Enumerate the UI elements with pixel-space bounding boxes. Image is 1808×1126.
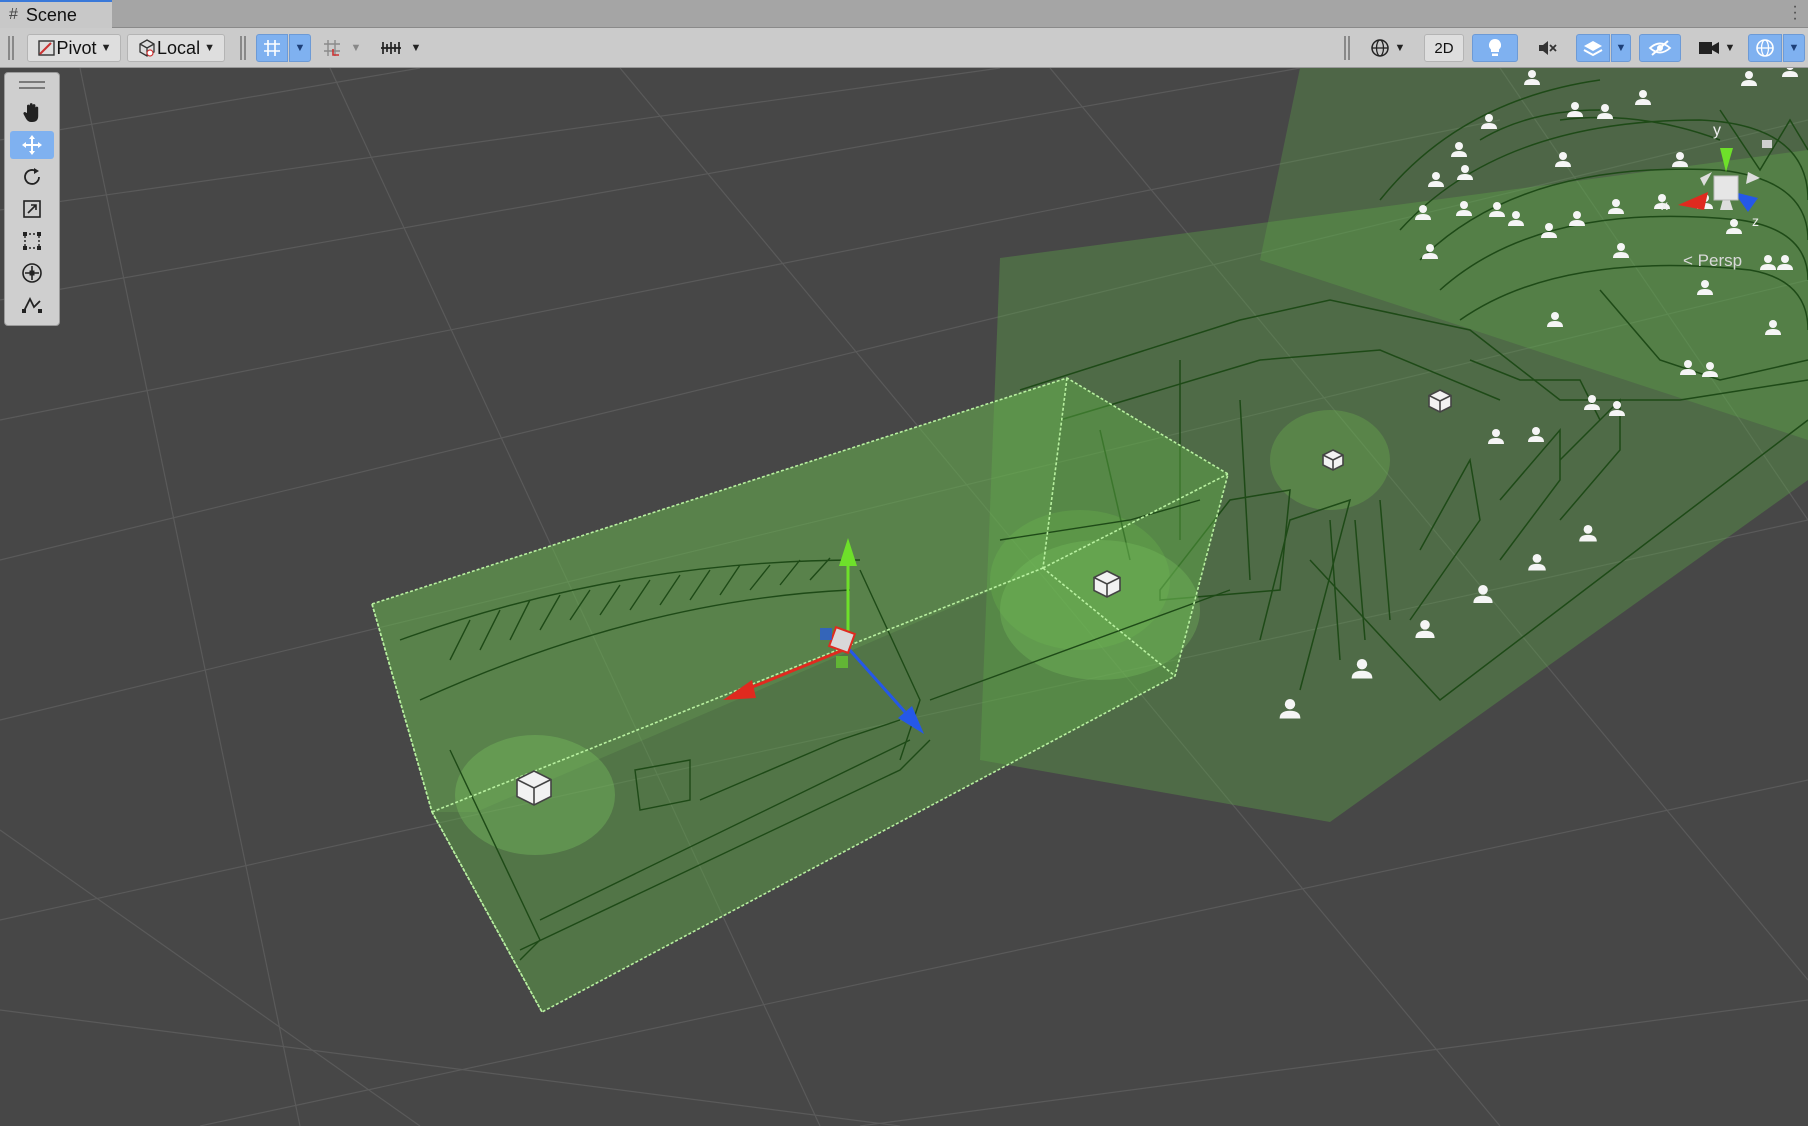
grid-line [0,68,421,141]
effects-toggle[interactable] [1576,34,1610,62]
grid-ruler-icon [381,42,401,54]
mode-2d-label: 2D [1434,39,1454,57]
grid-visibility-toggle[interactable] [256,34,288,62]
probe-cube-icon[interactable] [1322,449,1344,471]
grid-line [79,68,301,1126]
effects-layers-icon [1583,41,1603,57]
grid-visibility-icon [264,40,280,56]
chevron-down-icon: ▼ [350,42,362,54]
palette-drag-handle[interactable] [19,81,45,89]
tool-hand[interactable] [10,99,54,127]
toolbar-grip [8,36,14,60]
effects-dropdown[interactable]: ▼ [1611,34,1631,62]
scene-tab-label: Scene [25,4,77,25]
lightbulb-icon [1488,38,1502,56]
grid-line [199,779,1808,1126]
grid-line [859,999,1808,1126]
window-tab-bar: # Scene · · · [0,0,1808,28]
chevron-down-icon: ▼ [410,42,422,54]
pivot-dropdown[interactable]: Pivot ▼ [27,34,121,62]
probe-cube-icon[interactable] [1093,570,1121,598]
tool-custom[interactable] [10,291,54,319]
grid-line [0,1009,901,1126]
pivot-icon [37,40,55,56]
tool-transform[interactable] [10,259,54,287]
draw-mode-globe-icon [1370,39,1389,57]
custom-tool-icon [22,296,42,313]
camera-dropdown[interactable]: ▼ [1690,34,1742,62]
unity-scene-window: { "tab": { "icon": "grid-icon", "title":… [0,0,1808,1126]
plane-handle-xz[interactable] [836,656,848,668]
toolbar-grip [240,36,246,60]
chevron-down-icon: ▼ [1788,42,1800,54]
grid-visibility-dropdown[interactable]: ▼ [289,34,311,62]
scene-viewport[interactable] [0,68,1808,1126]
snap-increment-icon [324,40,340,56]
lighting-toggle[interactable] [1472,34,1518,62]
lock-icon[interactable] [1762,140,1772,148]
rect-transform-icon [23,232,41,250]
kebab-menu-icon[interactable]: · · · [1792,0,1798,27]
hand-icon [23,103,39,122]
chevron-down-icon: ▼ [294,42,306,54]
pivot-label: Pivot [56,37,97,58]
rotate-icon [24,168,40,185]
grid-icon: # [9,6,18,23]
probe-cube-icon[interactable] [516,770,552,806]
local-cube-icon [139,39,155,57]
chevron-down-icon: ▼ [1615,42,1627,54]
gizmos-globe-icon [1756,39,1774,57]
mode-2d-toggle[interactable]: 2D [1424,34,1464,62]
scene-toolbar: Pivot ▼ Local ▼ ▼ ▼ ▼ ▼ 2D ▼ ▼ ▼ [0,28,1808,68]
scene-visibility-toggle[interactable] [1639,34,1681,62]
grid-ruler-dropdown[interactable]: ▼ [406,34,426,62]
camera-icon [1698,42,1719,54]
scene-canvas[interactable] [0,68,1808,1126]
gizmo-x-label: x [1661,197,1668,213]
local-dropdown[interactable]: Local ▼ [127,34,225,62]
gizmo-center-cube[interactable] [1713,175,1739,201]
snap-increment-toggle[interactable] [318,34,346,62]
chevron-down-icon: ▼ [1724,42,1736,54]
draw-mode-dropdown[interactable]: ▼ [1362,34,1412,62]
transform-icon [22,263,42,283]
tool-rect[interactable] [10,227,54,255]
tool-rotate[interactable] [10,163,54,191]
tool-move[interactable] [10,131,54,159]
selected-volume-box[interactable] [371,377,1231,1014]
move-icon [22,135,42,155]
tool-palette [4,72,60,326]
scale-icon [23,200,41,218]
audio-toggle[interactable] [1526,34,1568,62]
gizmos-toggle[interactable] [1748,34,1782,62]
gizmos-dropdown[interactable]: ▼ [1783,34,1805,62]
probe-cube-icon[interactable] [1428,389,1452,413]
chevron-down-icon: ▼ [204,42,215,54]
scene-visibility-icon [1648,40,1672,56]
gizmo-z-label: z [1752,213,1759,229]
grid-line [0,68,1001,211]
projection-toggle[interactable]: < Persp [1683,251,1742,271]
local-label: Local [157,37,201,58]
gizmo-y-label: y [1713,122,1721,139]
scene-tab[interactable]: # Scene [0,0,112,28]
snap-increment-dropdown[interactable]: ▼ [346,34,366,62]
chevron-down-icon: ▼ [100,42,112,54]
plane-handle-xy[interactable] [820,628,832,640]
chevron-down-icon: ▼ [1394,42,1406,54]
tool-scale[interactable] [10,195,54,223]
audio-mute-icon [1539,41,1557,55]
grid-line [0,829,421,1126]
grid-ruler-toggle[interactable] [376,34,406,62]
toolbar-grip [1344,36,1350,60]
